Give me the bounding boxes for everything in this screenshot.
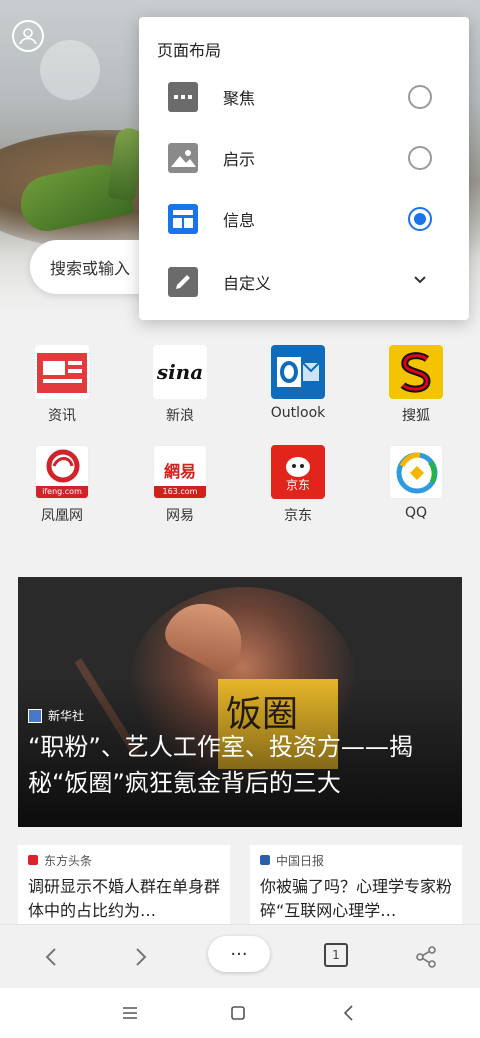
netease-logo-text: 網易: [163, 462, 196, 481]
news-source: 新华社: [28, 707, 84, 724]
layout-option-label: 信息: [223, 211, 256, 230]
news-item[interactable]: 东方头条 调研显示不婚人群在单身群体中的占比约为…: [18, 845, 230, 925]
recent-apps-button[interactable]: [122, 1005, 138, 1025]
forward-button[interactable]: [128, 941, 154, 973]
bottom-toolbar: ··· 1: [0, 924, 480, 988]
page-layout-title: 页面布局: [157, 41, 222, 60]
tab-count: 1: [332, 948, 340, 962]
layout-option-label: 启示: [223, 150, 256, 169]
dongfang-logo-icon: [28, 855, 38, 865]
menu-button[interactable]: ···: [208, 936, 270, 972]
outlook-icon: [271, 345, 325, 399]
shortcut-sina[interactable]: sina 新浪: [130, 345, 230, 425]
edit-pencil-icon: [168, 267, 198, 297]
shortcut-label: 新浪: [166, 408, 194, 424]
shortcut-netease[interactable]: 網易 163.com 网易: [130, 445, 230, 525]
shortcut-label: QQ: [404, 505, 428, 521]
news-title: 你被骗了吗？心理学专家粉碎“互联网心理学…: [260, 877, 453, 920]
back-chevron-icon: [343, 1005, 353, 1021]
sina-logo-text: sina: [156, 360, 204, 384]
news-source: 东方头条: [28, 851, 220, 869]
share-icon: [416, 946, 436, 968]
back-button[interactable]: [38, 941, 64, 973]
inspiration-radio[interactable]: [408, 146, 432, 170]
ifeng-logo-text: ifeng.com: [36, 486, 88, 498]
layout-option-label: 聚焦: [223, 89, 256, 108]
forward-arrow-icon: [136, 948, 147, 966]
news-item[interactable]: 中国日报 你被骗了吗？心理学专家粉碎“互联网心理学…: [250, 845, 462, 925]
news-icon: [35, 345, 89, 399]
shortcut-outlook[interactable]: Outlook: [248, 345, 348, 421]
focus-radio[interactable]: [408, 85, 432, 109]
focus-layout-icon: [168, 82, 198, 112]
info-layout-icon: [168, 204, 198, 234]
system-back-button[interactable]: [342, 1004, 356, 1026]
news-title: 调研显示不婚人群在单身群体中的占比约为…: [28, 877, 221, 920]
shortcut-label: 资讯: [48, 408, 76, 424]
shortcut-label: 网易: [166, 508, 194, 524]
layout-option-inspiration[interactable]: 启示: [139, 128, 469, 188]
system-navigation-bar: [0, 988, 480, 1038]
profile-avatar-icon[interactable]: [12, 20, 44, 52]
featured-news-title: “职粉”、艺人工作室、投资方——揭秘“饭圈”疯狂氪金背后的三大: [28, 733, 413, 797]
shortcut-label: Outlook: [270, 405, 326, 421]
shortcut-sohu[interactable]: 搜狐: [366, 345, 466, 425]
page-layout-menu: 页面布局 聚焦 启示 信息 自定义: [139, 17, 469, 320]
shortcut-label: 京东: [284, 508, 312, 524]
image-layout-icon: [168, 143, 198, 173]
info-radio[interactable]: [408, 207, 432, 231]
shortcut-news[interactable]: 资讯: [12, 345, 112, 425]
netease-icon: 網易 163.com: [153, 445, 207, 499]
home-button[interactable]: [230, 1005, 246, 1025]
layout-option-focus[interactable]: 聚焦: [139, 67, 469, 127]
layout-option-info[interactable]: 信息: [139, 189, 469, 249]
sohu-icon: [389, 345, 443, 399]
shortcut-qq[interactable]: QQ: [366, 445, 466, 521]
back-arrow-icon: [45, 948, 56, 966]
shortcut-label: 凤凰网: [41, 508, 83, 524]
shortcut-ifeng[interactable]: ifeng.com 凤凰网: [12, 445, 112, 525]
shortcut-jd[interactable]: 京东 京东: [248, 445, 348, 525]
more-icon: ···: [230, 943, 248, 965]
tabs-button[interactable]: 1: [324, 943, 348, 967]
netease-logo-subtext: 163.com: [154, 486, 206, 498]
menu-lines-icon: [123, 1007, 137, 1019]
share-button[interactable]: [412, 941, 440, 973]
qq-icon: [389, 445, 443, 499]
search-placeholder: 搜索或输入: [50, 259, 131, 278]
news-source: 中国日报: [260, 851, 452, 869]
xinhua-logo-icon: [28, 708, 42, 723]
sina-icon: sina: [153, 345, 207, 399]
jd-logo-text: 京东: [285, 478, 310, 492]
featured-news-card[interactable]: 饭圈 新华社 “职粉”、艺人工作室、投资方——揭秘“饭圈”疯狂氪金背后的三大: [18, 577, 462, 827]
jd-icon: 京东: [271, 445, 325, 499]
ifeng-icon: ifeng.com: [35, 445, 89, 499]
home-square-icon: [231, 1006, 245, 1020]
layout-option-label: 自定义: [223, 274, 272, 293]
chinadaily-logo-icon: [260, 855, 270, 865]
chevron-down-icon[interactable]: [410, 270, 430, 294]
shortcut-label: 搜狐: [402, 408, 430, 424]
layout-option-custom[interactable]: 自定义: [139, 252, 469, 312]
